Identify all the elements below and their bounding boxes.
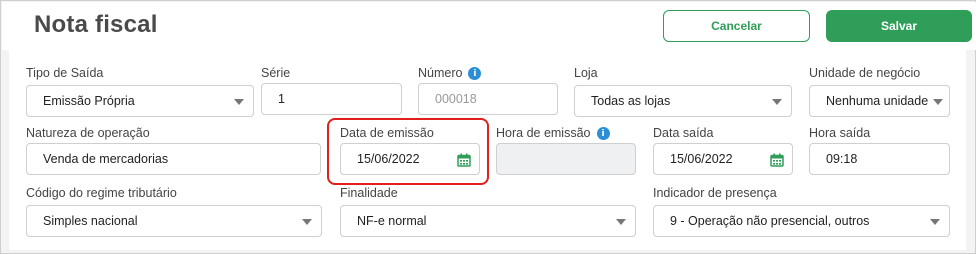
regime-tributario-label: Código do regime tributário [26,186,177,200]
numero-placeholder: 000018 [435,92,477,106]
hora-emissao-label: Hora de emissão i [496,126,610,141]
save-button[interactable]: Salvar [826,10,972,42]
serie-label: Série [261,66,291,80]
finalidade-select[interactable]: NF-e normal [340,205,636,237]
chevron-down-icon [234,99,244,105]
loja-value: Todas as lojas [591,94,671,108]
page-header: Nota fiscal Cancelar Salvar [2,2,976,50]
info-icon[interactable]: i [596,127,610,141]
data-emissao-highlight [327,118,489,185]
hora-saida-label: Hora saída [809,126,871,140]
natureza-operacao-label: Natureza de operação [26,126,150,140]
natureza-operacao-value: Venda de mercadorias [43,152,169,166]
data-saida-value: 15/06/2022 [670,152,733,166]
unidade-negocio-value: Nenhuma unidade [826,94,929,108]
indicador-presenca-value: 9 - Operação não presencial, outros [670,214,870,228]
cancel-button[interactable]: Cancelar [663,10,810,42]
unidade-negocio-label: Unidade de negócio [809,66,921,80]
numero-label: Número i [418,66,482,81]
indicador-presenca-select[interactable]: 9 - Operação não presencial, outros [653,205,950,237]
serie-value: 1 [278,92,285,106]
chevron-down-icon [933,99,943,105]
hora-saida-value: 09:18 [826,152,858,166]
numero-label-text: Número [418,66,463,80]
data-saida-label: Data saída [653,126,714,140]
info-icon[interactable]: i [468,67,482,81]
hora-saida-input[interactable]: 09:18 [809,143,950,175]
hora-emissao-label-text: Hora de emissão [496,126,591,140]
indicador-presenca-label: Indicador de presença [653,186,777,200]
chevron-down-icon [930,219,940,225]
chevron-down-icon [302,219,312,225]
natureza-operacao-input[interactable]: Venda de mercadorias [26,143,321,175]
numero-input[interactable]: 000018 [418,83,558,115]
data-saida-input[interactable]: 15/06/2022 [653,143,793,175]
finalidade-value: NF-e normal [357,214,427,228]
chevron-down-icon [772,99,782,105]
chevron-down-icon [616,219,626,225]
hora-emissao-input [496,143,636,175]
loja-select[interactable]: Todas as lojas [574,85,792,117]
serie-input[interactable]: 1 [261,83,402,115]
regime-tributario-value: Simples nacional [43,214,138,228]
page-title: Nota fiscal [34,11,158,38]
loja-label: Loja [574,66,598,80]
regime-tributario-select[interactable]: Simples nacional [26,205,322,237]
tipo-saida-select[interactable]: Emissão Própria [26,85,254,117]
calendar-icon[interactable] [770,153,784,167]
finalidade-label: Finalidade [340,186,398,200]
unidade-negocio-select[interactable]: Nenhuma unidade [809,85,950,117]
tipo-saida-label: Tipo de Saída [26,66,104,80]
tipo-saida-value: Emissão Própria [43,94,135,108]
